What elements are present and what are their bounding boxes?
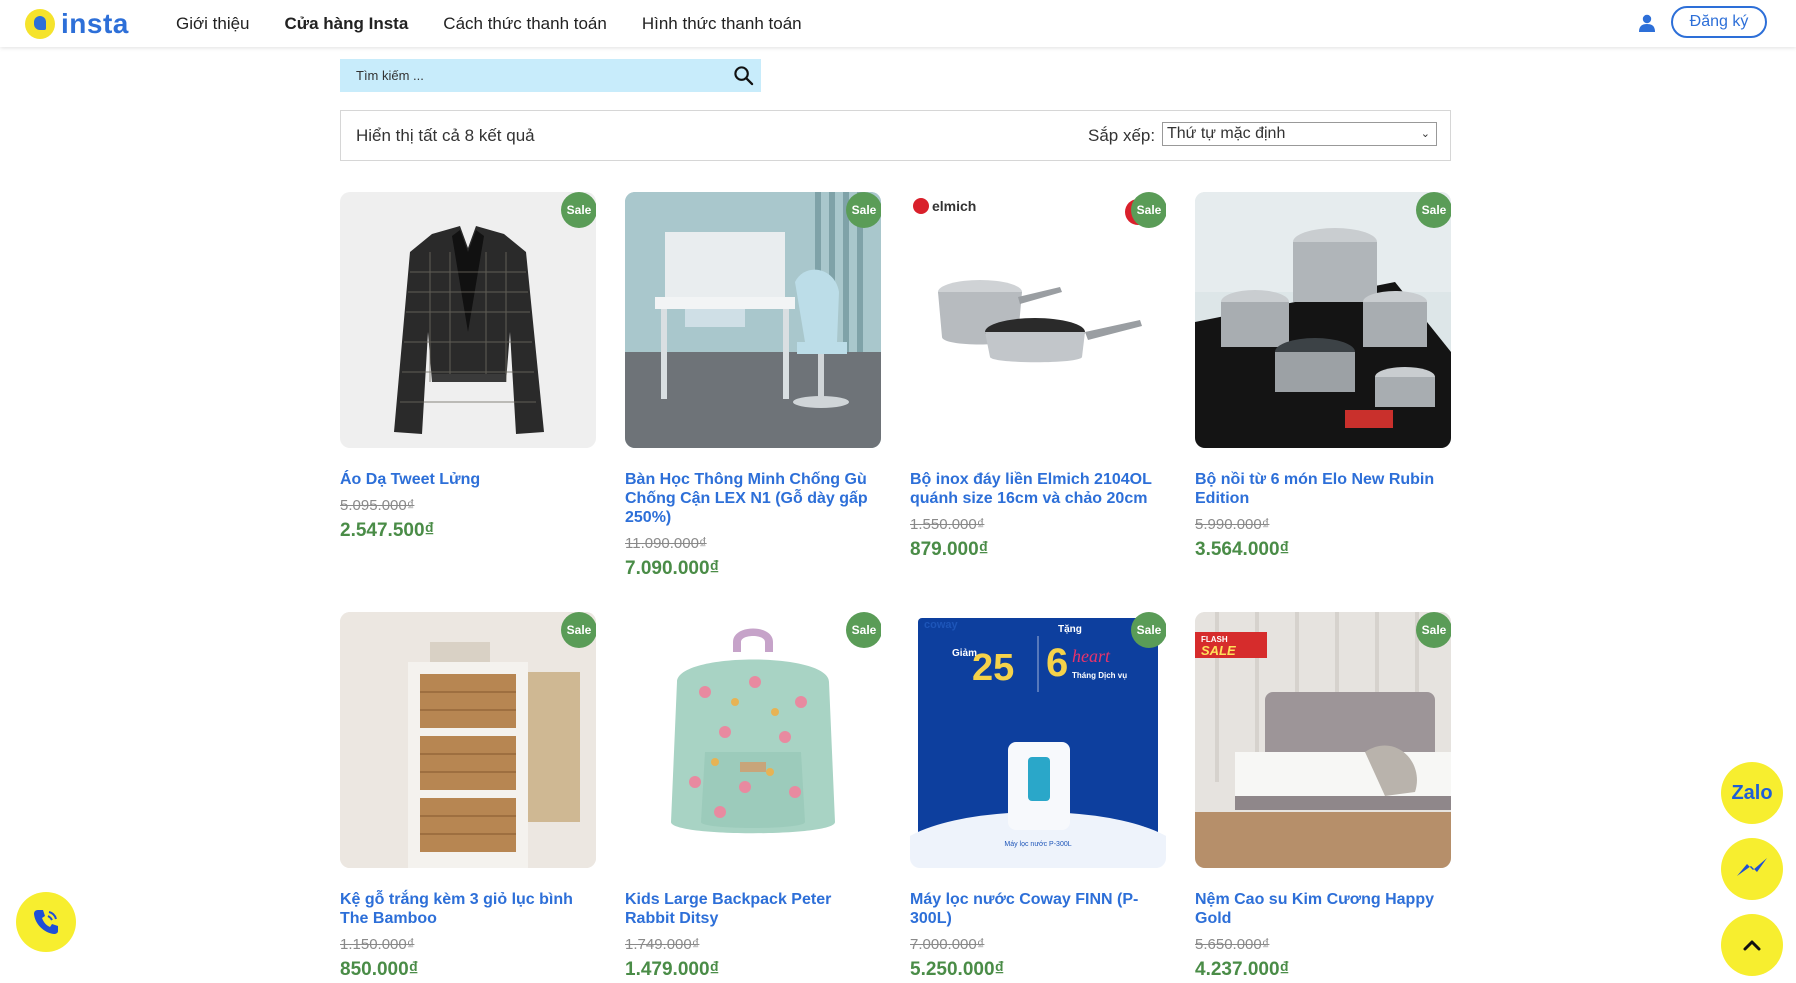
coway-model-text: Máy lọc nước P-300L: [1004, 841, 1071, 848]
product-card[interactable]: Sale Bàn Học Thông Minh Chống Gù Chống C…: [625, 192, 881, 580]
product-image[interactable]: Sale: [1195, 192, 1451, 448]
nav-item-cua-hang[interactable]: Cửa hàng Insta: [285, 14, 409, 34]
product-sale-price: 5.250.000₫: [910, 959, 1005, 980]
product-image[interactable]: elmich Sale: [910, 192, 1166, 448]
site-logo[interactable]: insta: [25, 8, 129, 40]
product-image[interactable]: Sale: [625, 612, 881, 868]
product-image[interactable]: Sale: [625, 192, 881, 448]
product-sale-price: 3.564.000₫: [1195, 539, 1290, 560]
product-card[interactable]: Sale Kệ gỗ trắng kèm 3 giỏ lục bình The …: [340, 612, 596, 981]
coway-heart-text: heart: [1072, 646, 1111, 666]
backpack-image: [671, 628, 835, 834]
pot-set-image: [1195, 192, 1451, 448]
search-bar: [340, 59, 761, 92]
nav-item-hinh-thuc-thanh-toan[interactable]: Hình thức thanh toán: [642, 14, 802, 34]
product-sale-price: 850.000₫: [340, 959, 419, 980]
product-card[interactable]: Sale Áo Dạ Tweet Lửng 5.095.000₫ 2.547.5…: [340, 192, 596, 542]
sale-badge: Sale: [1131, 612, 1166, 648]
zalo-label: Zalo: [1731, 781, 1773, 804]
sale-badge: Sale: [1416, 192, 1451, 228]
product-old-price: 11.090.000₫: [625, 535, 707, 552]
phone-call-button[interactable]: [16, 892, 76, 952]
coway-logo-text: coway: [924, 619, 959, 631]
sale-badge: Sale: [846, 192, 881, 228]
product-image[interactable]: Sale: [340, 612, 596, 868]
coway-gift-number: 6: [1046, 641, 1068, 685]
sale-badge: Sale: [561, 612, 596, 648]
water-purifier-image: coway Giảm 25 Tặng 6 heart Tháng Dịch vụ…: [910, 618, 1166, 868]
desk-image: [625, 192, 881, 448]
sale-badge: Sale: [1131, 192, 1166, 228]
product-name[interactable]: Bộ inox đáy liền Elmich 2104OL quánh siz…: [910, 470, 1166, 508]
sort-label: Sắp xếp:: [1088, 126, 1156, 145]
product-name[interactable]: Kids Large Backpack Peter Rabbit Ditsy: [625, 890, 881, 928]
logo-text: insta: [61, 8, 129, 39]
product-old-price: 5.095.000₫: [340, 497, 415, 514]
product-name[interactable]: Bộ nồi từ 6 món Elo New Rubin Edition: [1195, 470, 1451, 508]
phone-icon: [34, 910, 58, 934]
signup-button[interactable]: Đăng ký: [1671, 6, 1767, 38]
nav-item-cach-thuc-thanh-toan[interactable]: Cách thức thanh toán: [443, 14, 607, 34]
chevron-up-icon: [1743, 940, 1761, 951]
zalo-button[interactable]: Zalo: [1721, 762, 1783, 824]
search-icon[interactable]: [733, 65, 754, 86]
jacket-image: [394, 226, 544, 434]
site-header: insta Giới thiệu Cửa hàng Insta Cách thứ…: [0, 0, 1796, 47]
result-count: Hiển thị tất cả 8 kết quả: [356, 126, 535, 145]
mattress-image: FLASH SALE: [1195, 612, 1451, 868]
product-old-price: 7.000.000₫: [910, 936, 985, 953]
product-image[interactable]: FLASH SALE Sale: [1195, 612, 1451, 868]
product-name[interactable]: Kệ gỗ trắng kèm 3 giỏ lục bình The Bambo…: [340, 890, 596, 928]
product-old-price: 1.150.000₫: [340, 936, 415, 953]
product-name[interactable]: Nệm Cao su Kim Cương Happy Gold: [1195, 890, 1451, 928]
search-input[interactable]: [340, 68, 710, 83]
product-name[interactable]: Bàn Học Thông Minh Chống Gù Chống Cận LE…: [625, 470, 881, 527]
logo-mark-icon: [25, 9, 55, 39]
shop-toolbar: Hiển thị tất cả 8 kết quả Sắp xếp: Thứ t…: [340, 110, 1451, 161]
product-old-price: 1.749.000₫: [625, 936, 700, 953]
main-nav: Giới thiệu Cửa hàng Insta Cách thức than…: [176, 0, 837, 47]
elmich-logo-text: elmich: [932, 198, 976, 214]
sale-badge: Sale: [561, 192, 596, 228]
product-old-price: 5.650.000₫: [1195, 936, 1270, 953]
product-card[interactable]: FLASH SALE Sale Nệm Cao su Kim Cương Hap…: [1195, 612, 1451, 981]
product-card[interactable]: Sale Kids Large Backpack Peter Rabbit Di…: [625, 612, 881, 981]
product-sale-price: 1.479.000₫: [625, 959, 720, 980]
product-card[interactable]: elmich Sale Bộ inox đáy liền Elmich 2104…: [910, 192, 1166, 561]
sort-select-value: Thứ tự mặc định: [1167, 125, 1286, 142]
product-name[interactable]: Áo Dạ Tweet Lửng: [340, 470, 596, 489]
product-sale-price: 879.000₫: [910, 539, 989, 560]
messenger-button[interactable]: [1721, 838, 1783, 900]
product-name[interactable]: Máy lọc nước Coway FINN (P-300L): [910, 890, 1166, 928]
sale-badge: Sale: [846, 612, 881, 648]
shelf-image: [340, 612, 596, 868]
product-old-price: 5.990.000₫: [1195, 516, 1270, 533]
coway-service-text: Tháng Dịch vụ: [1072, 671, 1127, 680]
product-old-price: 1.550.000₫: [910, 516, 985, 533]
product-image[interactable]: coway Giảm 25 Tặng 6 heart Tháng Dịch vụ…: [910, 612, 1166, 868]
pans-image: elmich: [913, 198, 1151, 363]
product-card[interactable]: Sale Bộ nồi từ 6 món Elo New Rubin Editi…: [1195, 192, 1451, 561]
flash-sale-text: SALE: [1201, 643, 1236, 658]
product-sale-price: 7.090.000₫: [625, 558, 720, 579]
chevron-down-icon: ⌄: [1420, 128, 1430, 140]
coway-discount-number: 25: [972, 647, 1014, 689]
product-sale-price: 2.547.500₫: [340, 520, 435, 541]
sale-badge: Sale: [1416, 612, 1451, 648]
messenger-icon: [1737, 858, 1767, 876]
back-to-top-button[interactable]: [1721, 914, 1783, 976]
product-card[interactable]: coway Giảm 25 Tặng 6 heart Tháng Dịch vụ…: [910, 612, 1166, 981]
nav-item-gioi-thieu[interactable]: Giới thiệu: [176, 14, 250, 34]
product-sale-price: 4.237.000₫: [1195, 959, 1290, 980]
user-icon[interactable]: [1637, 13, 1657, 33]
coway-gift-label: Tặng: [1058, 624, 1082, 635]
product-image[interactable]: Sale: [340, 192, 596, 448]
sort-select[interactable]: Thứ tự mặc định ⌄: [1162, 122, 1437, 146]
